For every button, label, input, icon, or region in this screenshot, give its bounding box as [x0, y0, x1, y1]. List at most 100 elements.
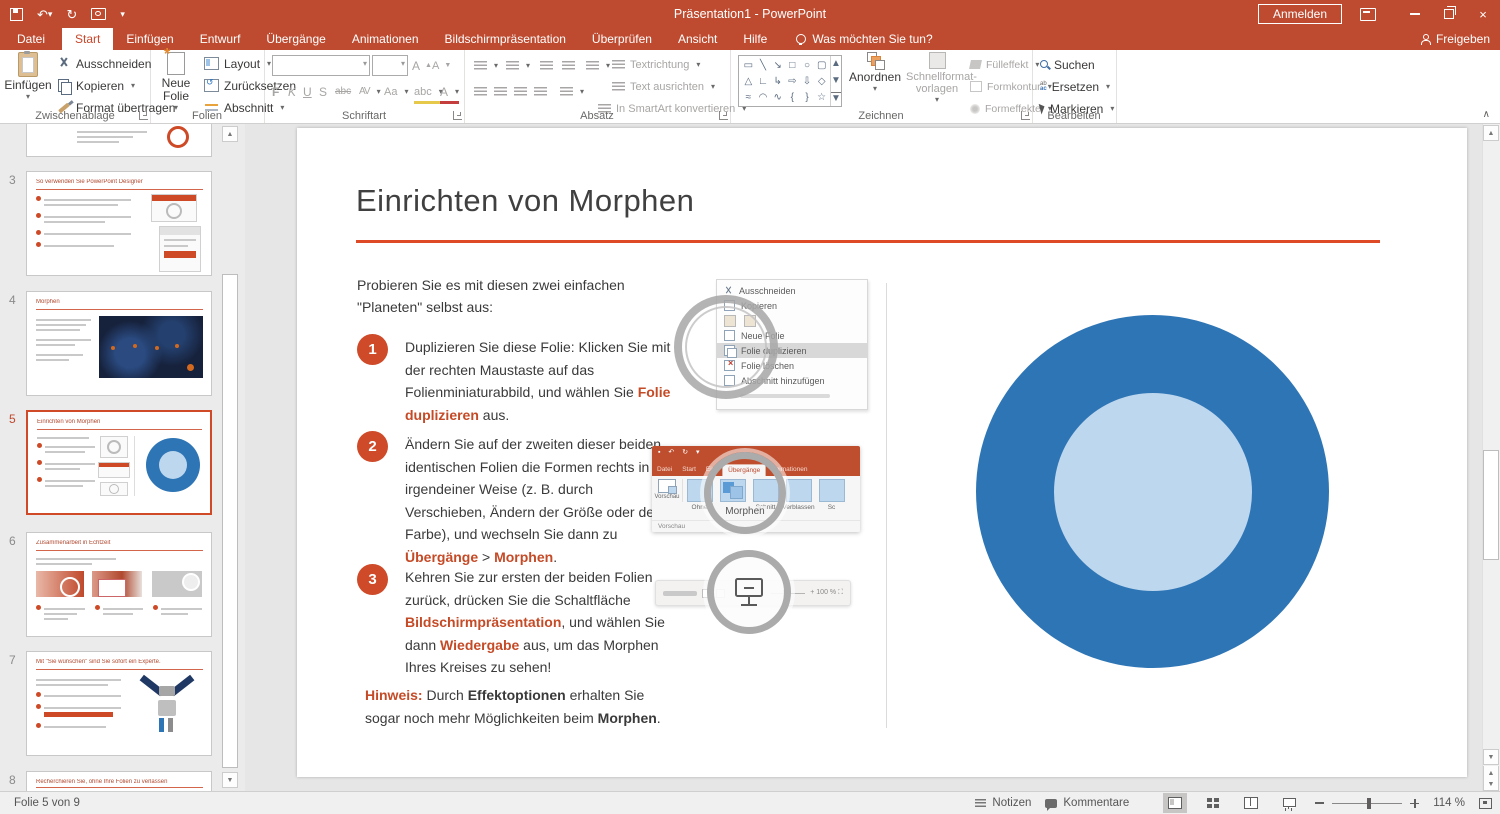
- shape-right-arrow-icon[interactable]: ⇨: [785, 73, 800, 89]
- new-slide-button[interactable]: Neue Folie ▾: [154, 52, 198, 111]
- undo-button[interactable]: ↶▾: [37, 8, 52, 21]
- clipboard-dialog-launcher[interactable]: [139, 111, 148, 120]
- slide-intro-text[interactable]: Probieren Sie es mit diesen zwei einfach…: [357, 274, 687, 318]
- font-name-combo[interactable]: [272, 55, 370, 76]
- minimize-button[interactable]: [1398, 0, 1432, 28]
- justify-button[interactable]: [534, 82, 547, 101]
- normal-view-button[interactable]: [1163, 793, 1187, 813]
- align-text-button[interactable]: Text ausrichten: [612, 77, 715, 96]
- shape-oval-icon[interactable]: ○: [800, 57, 815, 73]
- note-text[interactable]: Hinweis: Durch Effektoptionen erhalten S…: [365, 684, 677, 729]
- shape-elbow-arrow-icon[interactable]: ↳: [770, 73, 785, 89]
- shape-star-icon[interactable]: ☆: [814, 89, 829, 105]
- drawing-dialog-launcher[interactable]: [1021, 111, 1030, 120]
- paste-button[interactable]: Einfügen ▾: [6, 52, 50, 100]
- font-dialog-launcher[interactable]: [453, 111, 462, 120]
- tab-hilfe[interactable]: Hilfe: [730, 28, 780, 50]
- zoom-out-button[interactable]: [1315, 802, 1324, 804]
- screenshot-context-menu[interactable]: Ausschneiden Kopieren Neue Folie Folie d…: [678, 277, 870, 417]
- line-spacing-button[interactable]: [586, 56, 610, 75]
- italic-button[interactable]: K: [288, 82, 296, 101]
- redo-button[interactable]: ↻: [66, 8, 77, 21]
- shape-diamond-icon[interactable]: ◇: [814, 73, 829, 89]
- shapes-gallery[interactable]: ▭ ╲ ↘ □ ○ ▢ △ ∟ ↳ ⇨ ⇩ ◇ ≈ ◠ ∿ { } ☆ ▲: [738, 55, 842, 107]
- shrink-font-button[interactable]: A▼: [432, 56, 451, 75]
- scroll-up-icon[interactable]: ▲: [831, 58, 841, 69]
- replace-button[interactable]: abacErsetzen: [1040, 77, 1110, 96]
- shape-rectangle-icon[interactable]: □: [785, 57, 800, 73]
- font-size-combo[interactable]: [372, 55, 408, 76]
- scroll-up-button[interactable]: ▲: [1483, 125, 1499, 141]
- save-button[interactable]: [10, 8, 23, 21]
- shape-down-arrow-icon[interactable]: ⇩: [800, 73, 815, 89]
- tab-start[interactable]: Start: [62, 28, 113, 50]
- sign-in-button[interactable]: Anmelden: [1258, 4, 1342, 24]
- shapes-gallery-scrollbar[interactable]: ▲ ▼ ▼: [830, 56, 841, 106]
- zoom-level[interactable]: 114 %: [1433, 797, 1465, 809]
- screenshot-statusbar[interactable]: + 100 % ⛶: [655, 556, 851, 632]
- slide-thumbnail-7[interactable]: Mit "Sie wünschen" sind Sie sofort ein E…: [26, 651, 212, 756]
- slide-thumbnail-6[interactable]: Zusammenarbeit in Echtzeit: [26, 532, 212, 637]
- notes-button[interactable]: Notizen: [975, 797, 1031, 809]
- ribbon-display-options-button[interactable]: [1360, 8, 1376, 21]
- slide-thumbnail-3[interactable]: So verwenden Sie PowerPoint Designer: [26, 171, 212, 276]
- bullets-button[interactable]: [474, 56, 498, 75]
- align-right-button[interactable]: [514, 82, 527, 101]
- restore-button[interactable]: [1432, 0, 1466, 28]
- grow-font-button[interactable]: A▲: [412, 56, 432, 75]
- comments-button[interactable]: Kommentare: [1045, 797, 1129, 809]
- next-slide-button[interactable]: ▼: [1483, 778, 1499, 791]
- text-shadow-button[interactable]: S: [319, 82, 327, 101]
- copy-button[interactable]: Kopieren: [56, 76, 135, 95]
- scroll-down-icon[interactable]: ▼: [831, 75, 841, 86]
- shape-line-icon[interactable]: ╲: [756, 57, 771, 73]
- tab-bildschirmpraesentation[interactable]: Bildschirmpräsentation: [432, 28, 579, 50]
- tab-ueberpruefen[interactable]: Überprüfen: [579, 28, 665, 50]
- font-color-button[interactable]: A: [440, 82, 459, 104]
- scrollbar-thumb[interactable]: [222, 274, 238, 768]
- step-1[interactable]: 1 Duplizieren Sie diese Folie: Klicken S…: [357, 334, 671, 426]
- paragraph-dialog-launcher[interactable]: [719, 111, 728, 120]
- undo-dropdown-icon[interactable]: ▾: [48, 10, 53, 19]
- customize-qat-button[interactable]: ▾: [120, 10, 125, 19]
- canvas-scrollbar[interactable]: ▲ ▼ ▲ ▼: [1482, 124, 1500, 791]
- scroll-up-button[interactable]: ▲: [222, 126, 238, 142]
- decrease-indent-button[interactable]: [540, 56, 553, 75]
- share-button[interactable]: Freigeben: [1420, 28, 1490, 50]
- shape-triangle-icon[interactable]: △: [741, 73, 756, 89]
- shape-curve-icon[interactable]: ∿: [770, 89, 785, 105]
- strikethrough-button[interactable]: abc: [335, 82, 351, 101]
- shape-left-brace-icon[interactable]: {: [785, 89, 800, 105]
- thumbnail-scrollbar[interactable]: ▲ ▼: [222, 124, 239, 791]
- slide-title[interactable]: Einrichten von Morphen: [356, 183, 694, 219]
- scrollbar-thumb[interactable]: [1483, 450, 1499, 560]
- character-spacing-button[interactable]: AV: [359, 82, 380, 101]
- zoom-slider-thumb[interactable]: [1367, 798, 1371, 809]
- tab-einfuegen[interactable]: Einfügen: [113, 28, 186, 50]
- tell-me-box[interactable]: Was möchten Sie tun?: [784, 28, 944, 50]
- shape-right-brace-icon[interactable]: }: [800, 89, 815, 105]
- start-slideshow-button[interactable]: [91, 8, 106, 20]
- zoom-in-button[interactable]: [1410, 799, 1419, 808]
- scroll-down-button[interactable]: ▼: [1483, 749, 1499, 765]
- text-direction-button[interactable]: Textrichtung: [612, 55, 700, 74]
- tab-uebergaenge[interactable]: Übergänge: [253, 28, 338, 50]
- change-case-button[interactable]: Aa: [384, 82, 408, 101]
- highlight-color-button[interactable]: abc: [414, 82, 443, 104]
- slide-thumbnail-8-partial[interactable]: Recherchieren Sie, ohne Ihre Folien zu v…: [26, 771, 212, 791]
- shape-rounded-rectangle-icon[interactable]: ▢: [814, 57, 829, 73]
- slide-thumbnail-5[interactable]: Einrichten von Morphen: [26, 410, 212, 515]
- arrange-button[interactable]: Anordnen ▾: [848, 52, 902, 92]
- slideshow-view-button[interactable]: [1277, 793, 1301, 813]
- quick-styles-button[interactable]: Schnellformat-vorlagen ▾: [906, 52, 968, 103]
- columns-button[interactable]: [560, 82, 584, 101]
- slide-editor[interactable]: Einrichten von Morphen Probieren Sie es …: [297, 128, 1467, 777]
- layout-button[interactable]: Layout: [204, 54, 271, 73]
- screenshot-transitions-ribbon[interactable]: ▪ ↶ ↻ ▾ Datei Start Einf Übergänge Anima…: [652, 446, 860, 541]
- slide-thumbnail-2-partial[interactable]: [26, 124, 212, 157]
- fit-to-window-button[interactable]: [1479, 798, 1492, 809]
- align-center-button[interactable]: [494, 82, 507, 101]
- tab-entwurf[interactable]: Entwurf: [187, 28, 254, 50]
- step-2[interactable]: 2 Ändern Sie auf der zweiten dieser beid…: [357, 431, 671, 568]
- slide-thumbnail-4[interactable]: Morphen: [26, 291, 212, 396]
